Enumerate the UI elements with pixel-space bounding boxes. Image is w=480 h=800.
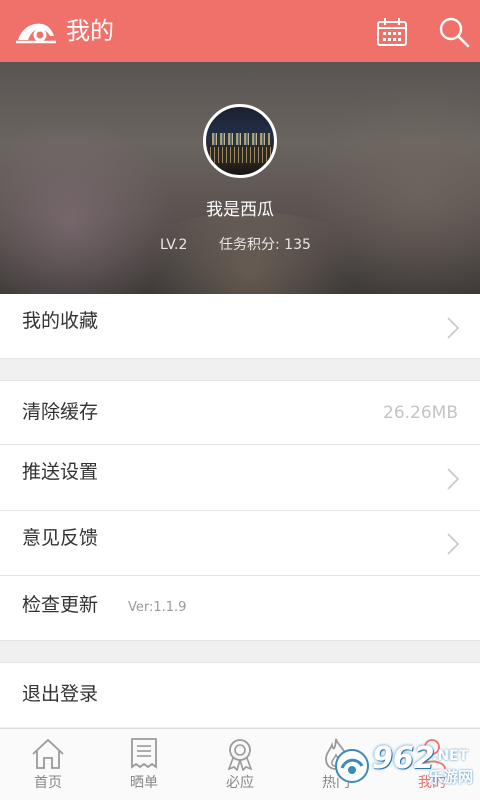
divider [0,358,480,359]
search-icon[interactable] [438,16,470,48]
calendar-icon[interactable] [376,17,408,47]
menu-item-label: 我的收藏 [22,310,99,332]
watermark-text: 乐游网 [428,768,474,786]
tab-home[interactable]: 首页 [0,729,96,800]
top-bar: 我的 [0,0,480,62]
menu-item-favorites[interactable]: 我的收藏 [0,294,480,358]
version-text: Ver:1.1.9 [128,600,187,615]
page-title: 我的 [66,17,114,45]
task-points: 任务积分: 135 [219,237,311,253]
profile-header [0,62,480,294]
menu-item-logout[interactable]: 退出登录 [0,663,480,727]
user-level: LV.2 [160,237,188,253]
menu-item-label: 意见反馈 [22,527,99,549]
cache-size-value: 26.26MB [383,403,458,423]
receipt-icon [131,738,157,769]
divider [0,640,480,641]
watermark-domain: .NET [432,748,469,764]
site-watermark: 962 .NET 乐游网 [332,742,476,794]
avatar-water-reflection [206,147,274,163]
avatar-city-skyline [212,133,270,145]
tab-share[interactable]: 晒单 [96,729,192,800]
chevron-right-icon [447,468,460,490]
badge-icon [227,739,253,771]
menu-item-label: 检查更新 [22,594,99,616]
menu-item-label: 退出登录 [22,683,99,705]
menu-item-label: 清除缓存 [22,401,99,423]
avatar[interactable] [203,104,277,178]
tab-must[interactable]: 必应 [192,729,288,800]
tab-label: 必应 [226,775,254,791]
username: 我是西瓜 [206,200,274,220]
watermark-logo-icon [335,749,369,783]
menu-item-label: 推送设置 [22,461,99,483]
menu-item-feedback[interactable]: 意见反馈 [0,511,480,575]
menu-item-check-update[interactable]: 检查更新 Ver:1.1.9 [0,576,480,640]
menu-item-push-settings[interactable]: 推送设置 [0,445,480,510]
tab-label: 首页 [34,775,62,791]
menu-item-clear-cache[interactable]: 清除缓存 26.26MB [0,381,480,444]
chevron-right-icon [447,317,460,339]
tab-label: 晒单 [130,775,158,791]
app-logo-icon [16,23,56,44]
watermark-number: 962 [372,741,435,776]
chevron-right-icon [447,533,460,555]
home-icon [32,738,64,769]
